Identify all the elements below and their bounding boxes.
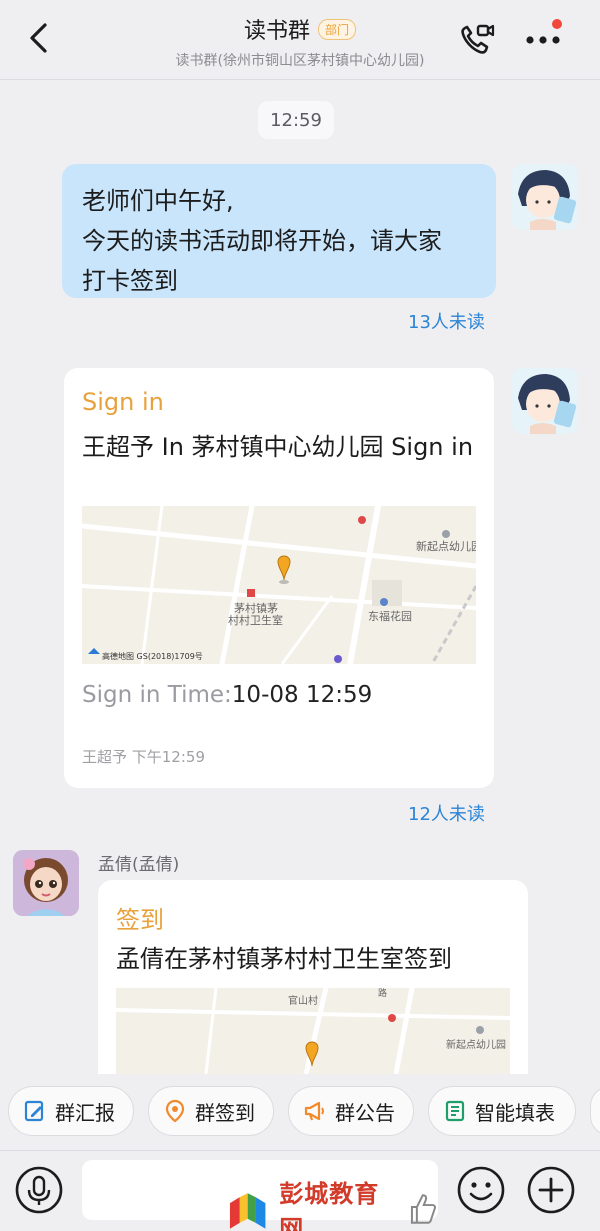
my-avatar[interactable]	[512, 368, 578, 434]
group-report-button[interactable]: 群汇报	[8, 1086, 134, 1136]
watermark-text: 彭城教育网	[279, 1180, 380, 1231]
sender-avatar[interactable]	[13, 850, 79, 916]
map-label: 村村卫生室	[228, 613, 283, 627]
more-menu-icon[interactable]	[522, 18, 566, 58]
unread-count[interactable]: 12人未读	[408, 800, 485, 826]
chip-label: 群公告	[335, 1100, 395, 1125]
chat-title[interactable]: 读书群	[244, 13, 310, 45]
card-tag: Sign in	[82, 388, 164, 416]
chat-subtitle: 读书群(徐州市铜山区茅村镇中心幼儿园)	[175, 53, 425, 69]
message-input[interactable]: 彭城教育网	[82, 1160, 438, 1231]
unread-count[interactable]: 13人未读	[408, 308, 485, 334]
sign-in-time: Sign in Time:10-08 12:59	[82, 682, 372, 708]
phone-video-call-icon[interactable]	[456, 20, 496, 60]
input-bar: 彭城教育网	[0, 1150, 600, 1231]
notification-dot-icon	[552, 19, 562, 29]
doll-avatar-icon	[13, 850, 79, 916]
chip-label: 群签到	[195, 1100, 255, 1125]
chip-label: 智能填表	[475, 1100, 555, 1125]
report-icon	[24, 1100, 44, 1122]
text-message-bubble[interactable]: 老师们中午好, 今天的读书活动即将开始，请大家 打卡签到	[62, 164, 496, 298]
map-poi-icon	[380, 598, 388, 606]
location-pin-icon	[165, 1099, 185, 1123]
cartoon-avatar-icon	[512, 368, 578, 434]
thumbs-up-icon	[411, 1194, 437, 1224]
message-line: 打卡签到	[82, 267, 178, 295]
group-announcement-button[interactable]: 群公告	[288, 1086, 414, 1136]
map-poi-icon	[476, 1026, 484, 1034]
map-label: 新起点幼儿园	[416, 539, 476, 553]
sign-in-card[interactable]: Sign in 王超予 In 茅村镇中心幼儿园 Sign in 新起点幼儿园 茅…	[64, 368, 494, 788]
department-badge: 部门	[318, 18, 357, 40]
map-label: 东福花园	[368, 609, 412, 623]
cartoon-avatar-icon	[512, 164, 578, 230]
card-footer: 王超予 下午12:59	[82, 748, 205, 766]
chip-label: 群汇报	[55, 1100, 115, 1125]
map-poi-icon	[442, 530, 450, 538]
card-title: 王超予 In 茅村镇中心幼儿园 Sign in	[82, 433, 474, 461]
card-tag: 签到	[116, 906, 164, 934]
card-title: 孟倩在茅村镇茅村村卫生室签到	[116, 945, 452, 973]
group-sign-in-button[interactable]: 群签到	[148, 1086, 274, 1136]
map-poi-icon	[358, 516, 366, 524]
form-icon	[445, 1100, 465, 1122]
map-label: 官山村	[288, 994, 318, 1007]
map-label: 茅村镇茅	[234, 601, 278, 615]
emoji-icon[interactable]	[456, 1165, 506, 1215]
map-label: 路	[378, 988, 387, 999]
quick-action-bar: 群汇报 群签到 群公告 智能填表	[0, 1074, 600, 1150]
sender-name: 孟倩(孟倩)	[98, 855, 180, 875]
sign-in-time-label: Sign in Time:	[82, 682, 232, 708]
add-plus-icon[interactable]	[526, 1165, 576, 1215]
message-timestamp: 12:59	[258, 101, 334, 139]
map-poi-icon	[388, 1014, 396, 1022]
message-line: 今天的读书活动即将开始，请大家	[82, 227, 442, 255]
book-logo-icon	[229, 1193, 266, 1229]
microphone-icon[interactable]	[14, 1165, 64, 1215]
location-map[interactable]: 新起点幼儿园 茅村镇茅 村村卫生室 东福花园 高德地图 GS(2018)1709…	[82, 506, 476, 664]
map-poi-icon	[247, 589, 255, 597]
more-actions-chip[interactable]	[590, 1086, 600, 1136]
megaphone-icon	[304, 1101, 324, 1121]
smart-form-button[interactable]: 智能填表	[428, 1086, 576, 1136]
sign-in-time-value: 10-08 12:59	[231, 682, 373, 708]
sign-in-card[interactable]: 签到 孟倩在茅村镇茅村村卫生室签到 官山村 新起点幼儿园 路	[98, 880, 528, 1080]
title-block: 读书群 部门 读书群(徐州市铜山区茅村镇中心幼儿园)	[0, 13, 600, 70]
message-line: 老师们中午好,	[82, 187, 234, 215]
map-copyright: 高德地图 GS(2018)1709号	[102, 651, 203, 661]
map-label: 新起点幼儿园	[446, 1038, 506, 1051]
chat-header: 读书群 部门 读书群(徐州市铜山区茅村镇中心幼儿园)	[0, 0, 600, 80]
location-map[interactable]: 官山村 新起点幼儿园 路	[116, 988, 510, 1074]
my-avatar[interactable]	[512, 164, 578, 230]
watermark: 彭城教育网	[226, 1174, 438, 1231]
